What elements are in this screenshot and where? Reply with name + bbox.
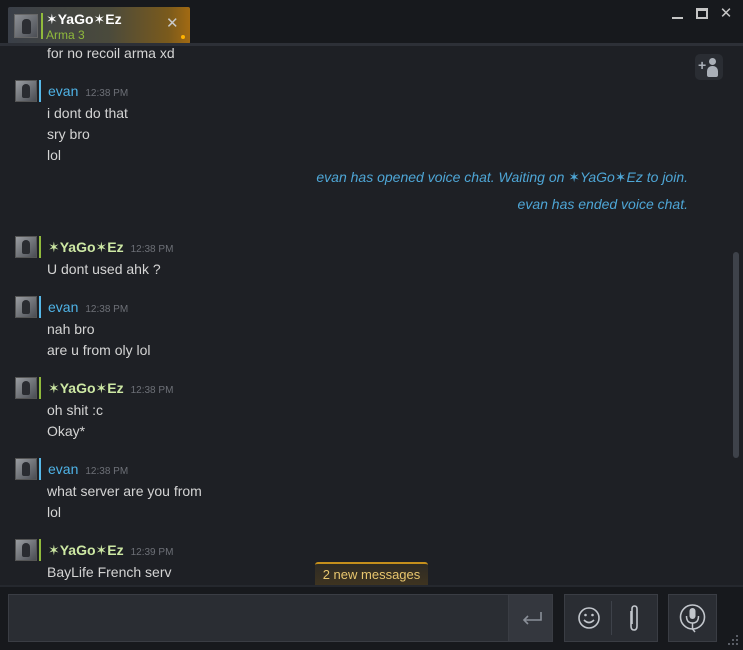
message-header: ✶YaGo✶Ez 12:39 PM bbox=[15, 539, 315, 561]
timestamp: 12:38 PM bbox=[130, 244, 174, 255]
message-text: what server are you from bbox=[47, 483, 202, 499]
minimize-icon bbox=[672, 17, 683, 19]
chat-tab-yago[interactable]: ✶YaGo✶Ez Arma 3 ✕ bbox=[8, 7, 190, 44]
message-text: are u from oly lol bbox=[47, 342, 151, 358]
online-status-indicator bbox=[39, 458, 41, 480]
timestamp: 12:38 PM bbox=[130, 385, 174, 396]
tools-group bbox=[564, 594, 658, 642]
avatar[interactable] bbox=[15, 539, 37, 561]
sender-name[interactable]: evan 12:38 PM bbox=[48, 83, 128, 99]
sender-label: ✶YaGo✶Ez bbox=[48, 380, 124, 396]
avatar[interactable] bbox=[15, 377, 37, 399]
unread-dot bbox=[181, 35, 185, 39]
tab-friend-name: ✶YaGo✶Ez bbox=[46, 11, 122, 27]
message-text: oh shit :c bbox=[47, 402, 104, 418]
friend-avatar bbox=[14, 14, 38, 38]
timestamp: 12:38 PM bbox=[85, 88, 129, 99]
send-button[interactable] bbox=[508, 594, 553, 642]
message-text: BayLife French serv bbox=[47, 564, 172, 580]
message-text: lol bbox=[47, 147, 62, 163]
timestamp: 12:38 PM bbox=[85, 304, 129, 315]
sender-name[interactable]: ✶YaGo✶Ez 12:38 PM bbox=[48, 239, 173, 256]
avatar[interactable] bbox=[15, 236, 37, 258]
voice-chat-icon bbox=[679, 604, 706, 633]
message-text: sry bro bbox=[47, 126, 90, 142]
input-divider bbox=[0, 585, 743, 587]
timestamp: 12:38 PM bbox=[85, 466, 129, 477]
tab-game-name: Arma 3 bbox=[46, 28, 85, 42]
online-status-indicator bbox=[39, 296, 41, 318]
ingame-status-indicator bbox=[39, 377, 41, 399]
attach-button[interactable] bbox=[612, 596, 656, 640]
message-header: evan 12:38 PM bbox=[15, 80, 315, 102]
avatar[interactable] bbox=[15, 80, 37, 102]
send-icon bbox=[522, 612, 542, 625]
message-header: evan 12:38 PM bbox=[15, 296, 315, 318]
minimize-button[interactable] bbox=[667, 5, 687, 23]
add-friend-icon: + bbox=[698, 57, 707, 73]
emoji-button[interactable] bbox=[567, 596, 611, 640]
scrollbar-thumb[interactable] bbox=[733, 252, 739, 458]
ingame-status-indicator bbox=[39, 236, 41, 258]
sender-label: ✶YaGo✶Ez bbox=[48, 542, 124, 558]
message-text: for no recoil arma xd bbox=[47, 46, 175, 61]
sender-label: evan bbox=[48, 461, 79, 477]
add-friend-icon-body bbox=[707, 66, 718, 77]
maximize-button[interactable] bbox=[692, 5, 712, 23]
sender-label: evan bbox=[48, 299, 79, 315]
sender-name[interactable]: ✶YaGo✶Ez 12:39 PM bbox=[48, 542, 173, 559]
sender-name[interactable]: evan 12:38 PM bbox=[48, 461, 128, 477]
timestamp: 12:39 PM bbox=[130, 547, 174, 558]
message-text: lol bbox=[47, 504, 62, 520]
message-text: nah bro bbox=[47, 321, 95, 337]
attachment-icon bbox=[630, 605, 638, 631]
avatar[interactable] bbox=[15, 296, 37, 318]
sender-label: ✶YaGo✶Ez bbox=[48, 239, 124, 255]
input-bar bbox=[0, 585, 743, 650]
new-messages-button[interactable]: 2 new messages bbox=[315, 562, 428, 586]
sender-label: evan bbox=[48, 83, 79, 99]
message-header: ✶YaGo✶Ez 12:38 PM bbox=[15, 236, 315, 258]
ingame-status-indicator bbox=[41, 13, 43, 39]
message-text: U dont used ahk ? bbox=[47, 261, 161, 277]
maximize-icon bbox=[696, 8, 708, 19]
avatar[interactable] bbox=[15, 458, 37, 480]
resize-grip-icon[interactable] bbox=[726, 633, 740, 647]
system-message: evan has opened voice chat. Waiting on ✶… bbox=[316, 169, 688, 185]
message-header: ✶YaGo✶Ez 12:38 PM bbox=[15, 377, 315, 399]
message-input[interactable] bbox=[8, 594, 508, 642]
system-message: evan has ended voice chat. bbox=[517, 196, 688, 212]
message-text: i dont do that bbox=[47, 105, 128, 121]
ingame-status-indicator bbox=[39, 539, 41, 561]
message-header: evan 12:38 PM bbox=[15, 458, 315, 480]
message-text: Okay* bbox=[47, 423, 86, 439]
close-window-button[interactable]: ✕ bbox=[716, 5, 736, 23]
sender-name[interactable]: ✶YaGo✶Ez 12:38 PM bbox=[48, 380, 173, 397]
invite-friend-button[interactable]: + bbox=[695, 54, 723, 80]
emoji-icon bbox=[578, 607, 600, 629]
chat-log: for no recoil arma xd evan 12:38 PM i don… bbox=[0, 46, 743, 586]
online-status-indicator bbox=[39, 80, 41, 102]
add-friend-icon-head bbox=[709, 58, 716, 65]
tab-close-icon[interactable]: ✕ bbox=[166, 14, 179, 32]
title-bar: ✶YaGo✶Ez Arma 3 ✕ ✕ bbox=[0, 0, 743, 46]
voice-chat-button[interactable] bbox=[668, 594, 717, 642]
sender-name[interactable]: evan 12:38 PM bbox=[48, 299, 128, 315]
